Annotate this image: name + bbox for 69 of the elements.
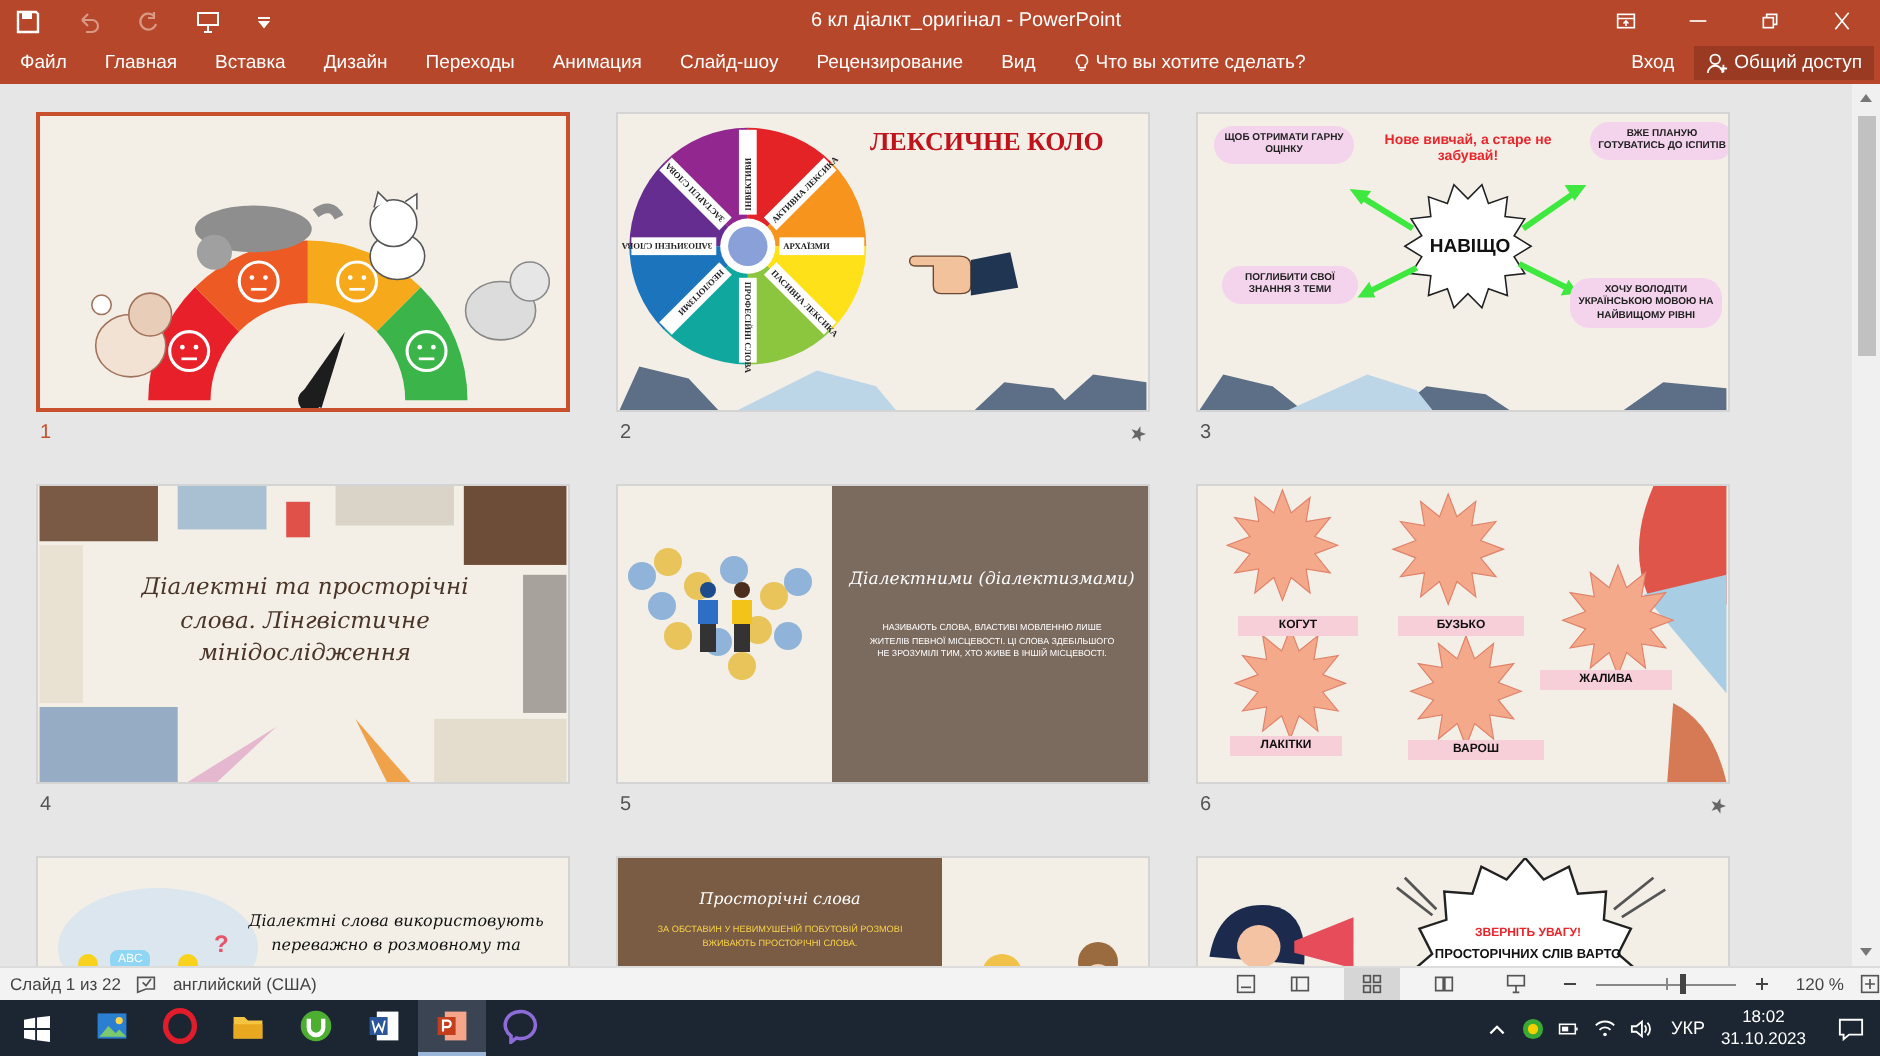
ball-icon[interactable]: [1522, 1017, 1545, 1039]
caret-icon[interactable]: [256, 13, 272, 30]
powerpoint-app-icon[interactable]: [418, 1000, 486, 1056]
sign-in-link[interactable]: Вход: [1631, 52, 1675, 75]
arrow: [1517, 261, 1579, 296]
projector-screen-icon: [1505, 974, 1526, 994]
notes-icon[interactable]: [1235, 974, 1256, 994]
slide-title: Діалектні та просторічні слова. Лінгвістичне мінідослідження: [139, 569, 471, 670]
starburst: [1403, 183, 1533, 310]
ribbon-tab[interactable]: Главная: [104, 52, 178, 75]
slide-title: Діалектні слова використовують переважно в розмовному та: [246, 909, 546, 958]
ribbon-tab[interactable]: Переходы: [425, 52, 515, 75]
wifi-icon[interactable]: [1594, 1017, 1617, 1039]
ribbon-tab[interactable]: Файл: [20, 52, 67, 75]
hand-drawing: [908, 251, 1019, 296]
slide-number: 4: [40, 794, 52, 817]
question-mark: ?: [214, 929, 229, 958]
save-icon[interactable]: [16, 9, 40, 34]
ribbon-tab[interactable]: Вставка: [215, 52, 286, 75]
windows-start-icon[interactable]: [24, 1015, 50, 1041]
slide-counter: Слайд 1 из 22: [10, 974, 121, 994]
slide-number: 3: [1200, 422, 1212, 445]
notifications-icon[interactable]: [1838, 1015, 1864, 1041]
ribbon-options-icon[interactable]: [1616, 12, 1636, 31]
slide-title: ЛЕКСИЧНЕ КОЛО: [870, 125, 1104, 158]
ribbon-tab[interactable]: Анимация: [552, 52, 642, 75]
ribbon-tab[interactable]: Рецензирование: [816, 52, 964, 75]
slide-sorter-button[interactable]: [1343, 968, 1400, 1000]
arrow: [1349, 188, 1415, 231]
scroll-down-icon[interactable]: [1858, 944, 1874, 960]
slide-number: 5: [620, 794, 632, 817]
window-title: 6 кл діалкт_оригінал - PowerPoint: [808, 10, 1124, 33]
scroll-up-icon[interactable]: [1858, 89, 1874, 106]
book-icon: [1433, 974, 1454, 994]
restore-icon[interactable]: [1760, 12, 1780, 31]
close-icon[interactable]: [1832, 12, 1852, 31]
lightbulb-icon: [1073, 52, 1090, 75]
grid-icon: [1361, 974, 1382, 994]
slide-title: Діалектними (діалектизмами): [849, 569, 1135, 590]
language-indicator[interactable]: УКР: [1670, 1018, 1705, 1038]
slide-number: 2: [620, 422, 632, 445]
scrollbar[interactable]: [1852, 83, 1880, 966]
presentation-icon[interactable]: [196, 9, 220, 34]
ribbon-tab[interactable]: Слайд-шоу: [679, 52, 779, 75]
slide-number: 6: [1200, 794, 1212, 817]
person-add-icon: [1706, 52, 1729, 75]
volume-icon[interactable]: [1630, 1017, 1653, 1039]
scroll-thumb[interactable]: [1857, 115, 1875, 356]
starburst: [1391, 492, 1506, 606]
clock-time[interactable]: 18:02: [1742, 1006, 1785, 1028]
spellcheck-icon[interactable]: [136, 974, 157, 994]
zoom-level[interactable]: 120 %: [1795, 974, 1844, 994]
arrow: [1521, 184, 1587, 231]
starburst: [1225, 488, 1340, 602]
arrow: [1357, 265, 1418, 298]
ribbon-tab[interactable]: Вид: [1001, 52, 1036, 75]
slide-number: 1: [40, 422, 52, 445]
slide-title: НАВІЩО: [1427, 235, 1513, 258]
zoom-in-icon[interactable]: [1751, 974, 1772, 994]
zoom-thumb[interactable]: [1680, 973, 1687, 993]
slide-thumbnail[interactable]: Діалектні та просторічні слова. Лінгвістичне мінідослідження: [36, 483, 570, 784]
normal-view-icon: [1289, 974, 1310, 994]
fit-to-window-icon[interactable]: [1860, 974, 1880, 994]
ribbon-tab[interactable]: Дизайн: [323, 52, 388, 75]
share-button[interactable]: Общий доступ: [1694, 46, 1874, 81]
search-field[interactable]: Что вы хотите сделать?: [1073, 52, 1316, 75]
slide-title: Просторічні слова: [699, 889, 861, 908]
language-label[interactable]: английский (США): [172, 974, 317, 994]
clock-date[interactable]: 31.10.2023: [1720, 1028, 1806, 1050]
